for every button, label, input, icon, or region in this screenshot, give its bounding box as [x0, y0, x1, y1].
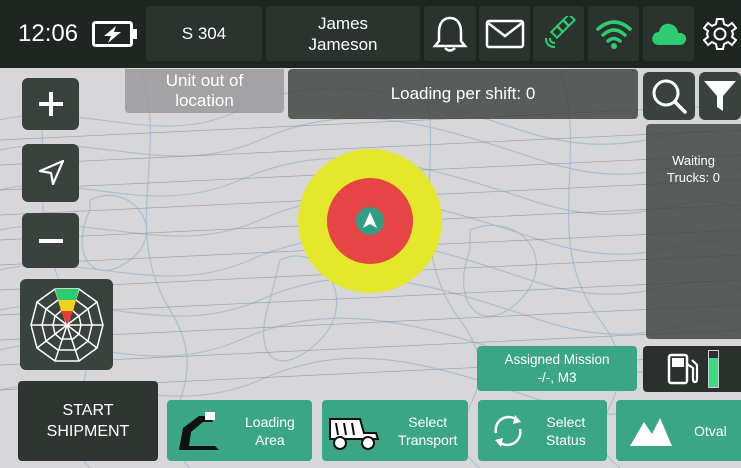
waiting-trucks-label: Waiting — [672, 153, 715, 168]
excavator-icon — [179, 411, 219, 450]
fuel-icon — [667, 353, 698, 385]
select-status-line2: Status — [546, 431, 586, 448]
recenter-button[interactable] — [22, 144, 79, 202]
unit-id-cell[interactable]: S 304 — [146, 6, 262, 61]
filter-icon — [704, 81, 736, 111]
mail-icon — [485, 19, 524, 48]
loading-area-line2: Area — [255, 431, 285, 448]
fuel-gauge — [707, 350, 719, 388]
otval-label: Otval — [694, 422, 727, 439]
zoom-out-button[interactable] — [22, 213, 79, 268]
start-shipment-line2: SHIPMENT — [46, 423, 130, 440]
filter-button[interactable] — [699, 72, 741, 120]
search-icon — [652, 79, 687, 114]
zoom-in-button[interactable] — [22, 78, 79, 130]
unit-id: S 304 — [181, 23, 227, 43]
loading-per-shift-banner: Loading per shift: 0 — [288, 69, 638, 119]
otval-button[interactable]: Otval — [616, 400, 741, 461]
bell-icon — [432, 16, 468, 52]
mission-value: -/-, M3 — [537, 369, 577, 385]
waiting-trucks-panel: Waiting Trucks: 0 — [646, 124, 741, 339]
waiting-trucks-count: Trucks: 0 — [667, 170, 720, 185]
clock-time: 12:06 — [18, 19, 79, 47]
wifi-icon — [595, 19, 632, 49]
fuel-indicator — [643, 346, 741, 392]
operator-first-name: James — [317, 13, 369, 33]
cloud-icon — [651, 23, 686, 45]
operator-last-name: Jameson — [308, 34, 378, 54]
search-button[interactable] — [643, 72, 695, 120]
navigate-icon — [38, 159, 64, 186]
select-transport-button[interactable]: Select Transport — [322, 400, 468, 461]
select-transport-line2: Transport — [398, 431, 458, 448]
mountain-icon — [630, 417, 672, 446]
top-bar: 12:06 S 304 James Jameson — [0, 0, 741, 68]
zoom-out-icon — [38, 238, 63, 243]
start-shipment-line1: START — [62, 402, 114, 419]
refresh-icon — [494, 414, 522, 447]
clock: 12:06 — [6, 6, 140, 61]
select-status-button[interactable]: Select Status — [478, 400, 607, 461]
satellite-icon — [544, 15, 576, 48]
start-shipment-button[interactable]: START SHIPMENT — [18, 381, 158, 461]
dump-truck-icon — [329, 417, 380, 450]
proximity-radar[interactable] — [20, 279, 113, 370]
fuel-gauge-fill — [708, 358, 718, 387]
mission-title: Assigned Mission — [504, 351, 610, 367]
loading-area-line1: Loading — [245, 413, 295, 430]
gear-icon — [702, 17, 737, 50]
unit-location-text: Unit out of location — [165, 71, 244, 110]
radar-icon — [29, 287, 104, 362]
select-status-line1: Select — [546, 413, 586, 430]
battery-charging-icon — [92, 20, 138, 47]
loading-per-shift-text: Loading per shift: 0 — [390, 84, 536, 103]
gps-status-button[interactable] — [533, 6, 584, 61]
zoom-in-icon — [38, 92, 63, 116]
settings-button[interactable] — [698, 6, 741, 61]
select-transport-line1: Select — [408, 413, 448, 430]
unit-location-banner: Unit out of location — [125, 69, 284, 113]
operator-cell[interactable]: James Jameson — [266, 6, 420, 61]
loading-area-button[interactable]: Loading Area — [167, 400, 312, 461]
wifi-status-button[interactable] — [588, 6, 639, 61]
assigned-mission-panel[interactable]: Assigned Mission -/-, M3 — [477, 346, 637, 391]
cloud-sync-button[interactable] — [643, 6, 694, 61]
messages-button[interactable] — [479, 6, 530, 61]
notifications-button[interactable] — [424, 6, 476, 61]
